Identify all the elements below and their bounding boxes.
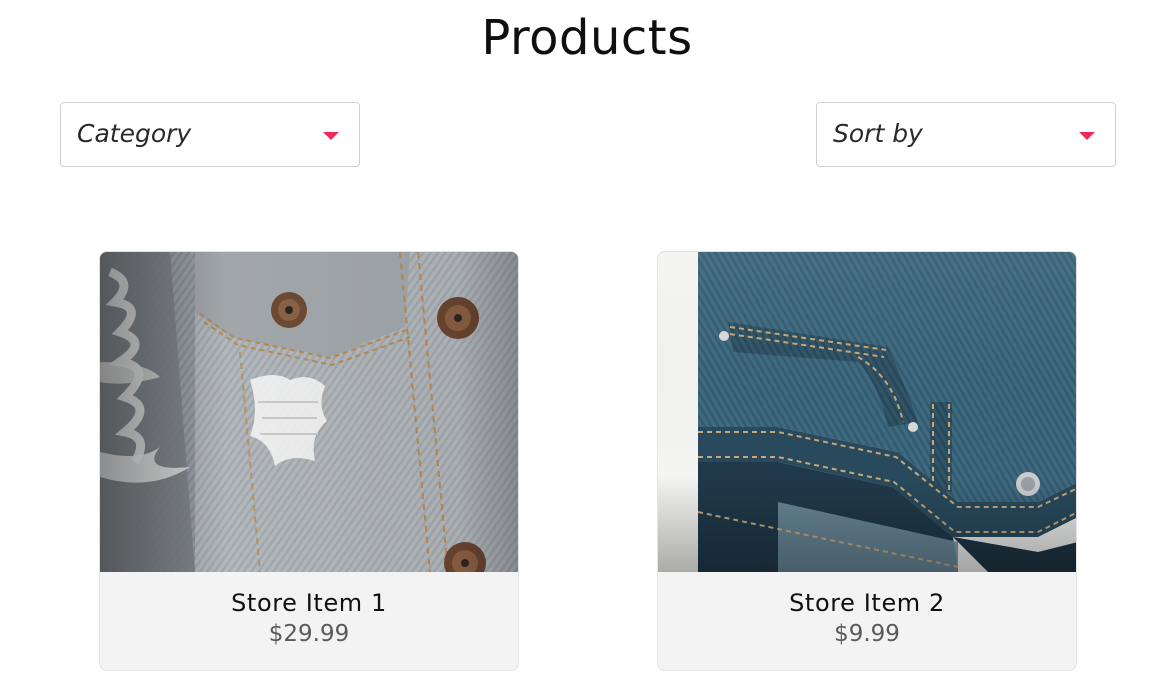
product-name[interactable]: Store Item 1 [100, 589, 518, 617]
product-price: $9.99 [834, 621, 900, 647]
denim-jeans-image[interactable] [658, 252, 1076, 572]
page-title: Products [481, 10, 693, 66]
product-price: $29.99 [268, 621, 350, 647]
sort-select-label: Sort by [833, 119, 923, 148]
product-name[interactable]: Store Item 2 [658, 589, 1076, 617]
products-page: Products Category Sort by Store Item 1 $… [0, 0, 1174, 693]
chevron-down-icon [323, 132, 339, 140]
category-select-label: Category [77, 119, 192, 148]
chevron-down-icon [1079, 132, 1095, 140]
product-card-store-item-1[interactable]: Store Item 1 $29.99 [99, 251, 519, 671]
product-info: Store Item 2 $9.99 [658, 572, 1076, 670]
product-card-store-item-2[interactable]: Store Item 2 $9.99 [657, 251, 1077, 671]
category-select[interactable]: Category [60, 102, 360, 167]
sort-select[interactable]: Sort by [816, 102, 1116, 167]
denim-jacket-image[interactable] [100, 252, 518, 572]
product-info: Store Item 1 $29.99 [100, 572, 518, 670]
